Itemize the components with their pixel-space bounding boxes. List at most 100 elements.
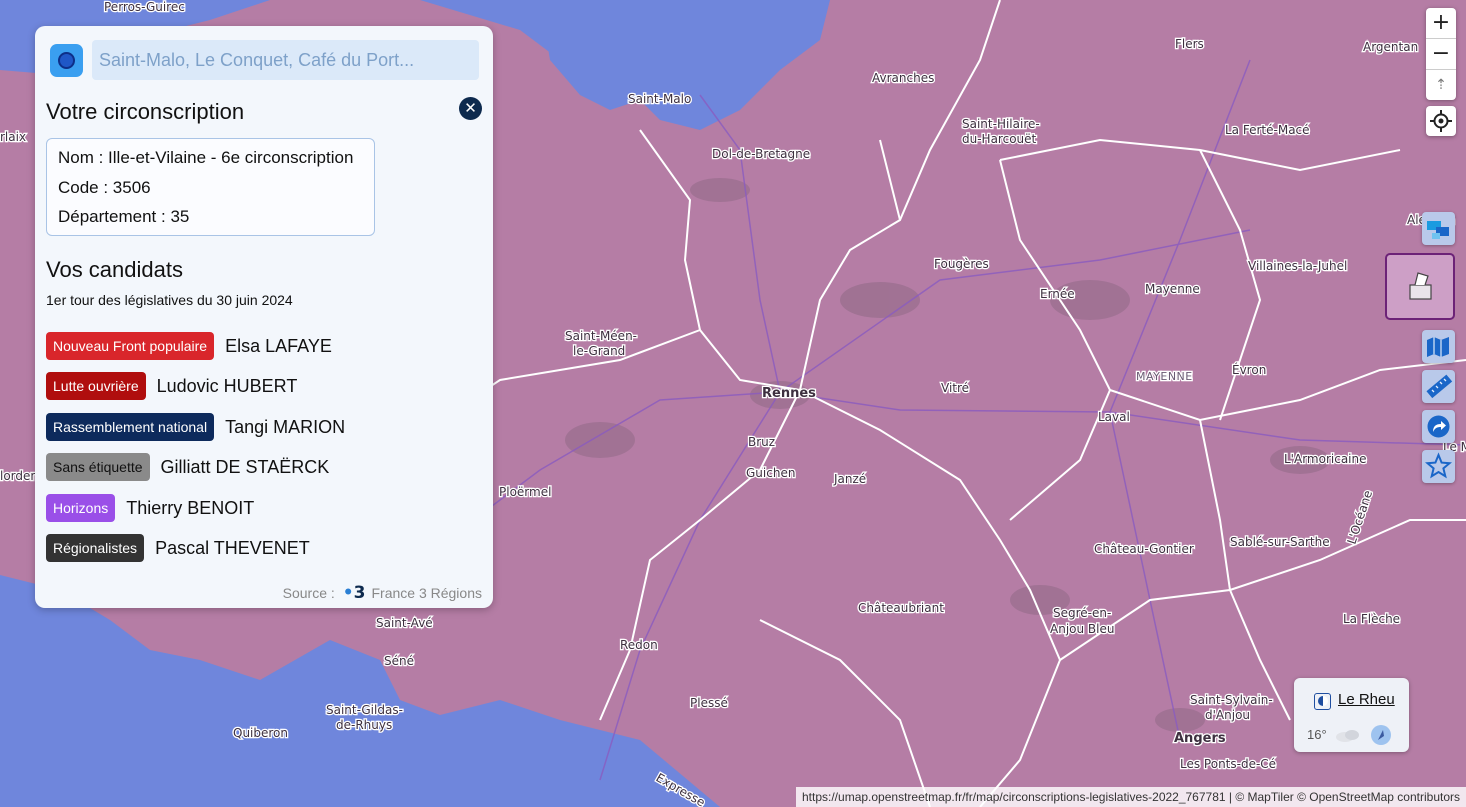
place-label: lorden	[0, 469, 38, 483]
place-label: Château-Gontier	[1094, 542, 1194, 556]
place-label: du-Harcouët	[962, 132, 1037, 146]
party-badge: Sans étiquette	[46, 453, 150, 481]
france3-logo-icon: •3	[342, 583, 366, 603]
star-icon	[1425, 452, 1452, 479]
france3-logo-text: 3	[353, 583, 366, 603]
place-label: Argentan	[1363, 40, 1418, 54]
candidate-row: Horizons Thierry BENOIT	[46, 494, 254, 522]
place-label: Rennes	[762, 386, 816, 401]
source-label: Source :	[282, 585, 335, 601]
candidate-row: Sans étiquette Gilliatt DE STAËRCK	[46, 453, 329, 481]
search-input[interactable]	[92, 40, 479, 80]
map-view-button[interactable]	[1422, 330, 1455, 363]
place-label: Segré-en-	[1053, 606, 1111, 620]
place-label: Laval	[1098, 410, 1130, 424]
place-label: le-Grand	[573, 344, 625, 358]
place-label: Saint-Gildas-	[326, 703, 403, 717]
party-badge: Lutte ouvrière	[46, 372, 146, 400]
place-label: Ploërmel	[499, 485, 551, 499]
info-panel: Votre circonscription ✕ Nom : Ille-et-Vi…	[35, 26, 493, 608]
close-button[interactable]: ✕	[459, 97, 482, 120]
place-label: Bruz	[748, 435, 775, 449]
ballot-box-icon	[1409, 272, 1432, 300]
weather-widget[interactable]: Le Rheu 16°	[1294, 678, 1409, 752]
district-departement: Département : 35	[58, 207, 190, 226]
place-label: Janzé	[833, 472, 866, 486]
place-label: Guichen	[746, 466, 795, 480]
layers-icon	[1427, 221, 1449, 239]
weather-temperature: 16°	[1307, 727, 1327, 742]
place-label: Saint-Sylvain-	[1190, 693, 1273, 707]
locate-search-icon[interactable]	[50, 44, 83, 77]
party-badge: Nouveau Front populaire	[46, 332, 215, 360]
panel-title: Votre circonscription	[46, 99, 245, 124]
cloud-icon	[1336, 730, 1359, 742]
zoom-control: + − ⇡	[1426, 8, 1456, 100]
place-label: Saint-Malo	[628, 92, 691, 106]
place-label: Saint-Hilaire-	[962, 117, 1040, 131]
place-label: rlaix	[0, 130, 26, 144]
place-label: Perros-Guirec	[104, 0, 185, 14]
place-label: Châteaubriant	[858, 601, 944, 615]
favorite-button[interactable]	[1422, 450, 1455, 483]
place-label: Angers	[1174, 731, 1226, 746]
candidate-name: Thierry BENOIT	[126, 497, 255, 518]
place-label: Sablé-sur-Sarthe	[1230, 535, 1330, 549]
place-label: La Flèche	[1343, 612, 1400, 626]
layers-button[interactable]	[1422, 212, 1455, 245]
crosshair-icon	[1430, 110, 1452, 132]
place-label: Flers	[1175, 37, 1204, 51]
source-name: France 3 Régions	[371, 585, 482, 601]
reset-north-button[interactable]: ⇡	[1426, 70, 1456, 100]
place-label: Villaines-la-Juhel	[1248, 259, 1347, 273]
place-label: La Ferté-Macé	[1225, 123, 1310, 137]
geolocate-button[interactable]	[1426, 106, 1456, 136]
place-label: Les Ponts-de-Cé	[1180, 757, 1276, 771]
place-label: Redon	[620, 638, 658, 652]
candidates-title: Vos candidats	[46, 257, 183, 282]
town-crest-icon	[1314, 693, 1331, 710]
place-label: Ernée	[1040, 287, 1075, 301]
map-icon	[1427, 337, 1449, 357]
candidate-name: Tangi MARION	[225, 416, 346, 437]
place-label: Mayenne	[1145, 282, 1200, 296]
share-button[interactable]	[1422, 410, 1455, 443]
measure-button[interactable]	[1422, 370, 1455, 403]
zoom-in-button[interactable]: +	[1426, 8, 1456, 39]
place-label: Quiberon	[233, 726, 288, 740]
candidate-name: Ludovic HUBERT	[156, 375, 298, 396]
candidate-name: Gilliatt DE STAËRCK	[160, 456, 330, 477]
election-subtitle: 1er tour des législatives du 30 juin 202…	[46, 292, 293, 308]
district-code: Code : 3506	[58, 178, 151, 197]
party-badge: Rassemblement national	[46, 413, 215, 441]
party-badge: Régionalistes	[46, 534, 145, 562]
place-label: Saint-Méen-	[565, 329, 637, 343]
weather-town-link[interactable]: Le Rheu	[1338, 691, 1395, 708]
district-name: Nom : Ille-et-Vilaine - 6e circonscripti…	[58, 148, 354, 167]
source-line: Source : •3 France 3 Régions	[283, 583, 482, 603]
party-badge: Horizons	[46, 494, 116, 522]
place-label: Fougères	[934, 257, 989, 271]
ruler-icon	[1426, 374, 1453, 399]
place-label: Anjou Bleu	[1050, 622, 1114, 636]
candidate-row: Nouveau Front populaire Elsa LAFAYE	[46, 332, 332, 360]
place-label: Dol-de-Bretagne	[712, 147, 810, 161]
ballot-box-button[interactable]	[1385, 253, 1455, 320]
candidate-name: Pascal THEVENET	[155, 537, 310, 558]
candidate-row: Lutte ouvrière Ludovic HUBERT	[46, 372, 297, 400]
place-label: Avranches	[872, 71, 934, 85]
place-label: d'Anjou	[1205, 708, 1250, 722]
wind-direction-icon	[1371, 725, 1391, 745]
place-label: de-Rhuys	[336, 718, 392, 732]
map-attribution[interactable]: https://umap.openstreetmap.fr/fr/map/cir…	[796, 787, 1466, 807]
place-label: Saint-Avé	[376, 616, 433, 630]
place-label: Vitré	[941, 381, 969, 395]
candidate-row: Régionalistes Pascal THEVENET	[46, 534, 310, 562]
share-icon	[1427, 415, 1450, 438]
district-info-box: Nom : Ille-et-Vilaine - 6e circonscripti…	[46, 138, 375, 236]
place-label: MAYENNE	[1136, 370, 1193, 383]
place-label: L'Armoricaine	[1284, 452, 1367, 466]
place-label: Séné	[384, 654, 414, 668]
zoom-out-button[interactable]: −	[1426, 39, 1456, 70]
place-label: Évron	[1232, 362, 1266, 377]
